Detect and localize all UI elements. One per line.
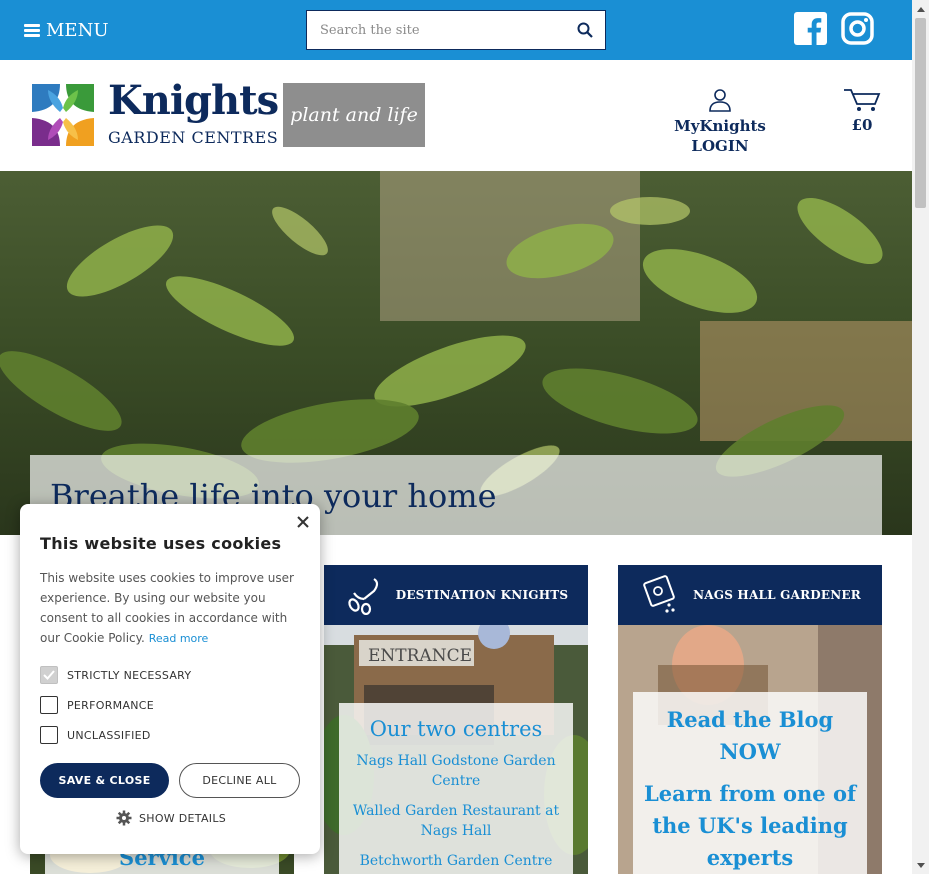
destination-card: DESTINATION KNIGHTS ENTRANCE Our two cen… — [324, 565, 588, 874]
performance-checkbox[interactable] — [40, 696, 58, 714]
blog-card-header-label: NAGS HALL GARDENER — [693, 588, 861, 602]
blog-card-overlay[interactable]: Read the Blog NOW Learn from one of the … — [633, 692, 867, 874]
destination-card-header[interactable]: DESTINATION KNIGHTS — [324, 565, 588, 625]
destination-card-title: Our two centres — [369, 717, 543, 741]
account-label: MyKnights — [674, 117, 766, 135]
nags-hall-link[interactable]: Nags Hall Godstone Garden Centre — [339, 751, 573, 791]
search-box — [306, 10, 606, 50]
search-icon[interactable] — [565, 11, 605, 49]
knights-logo[interactable]: Knights GARDEN CENTRES — [30, 77, 279, 148]
unclassified-label: UNCLASSIFIED — [67, 728, 151, 742]
flower-logo-icon — [32, 84, 94, 146]
unclassified-checkbox[interactable] — [40, 726, 58, 744]
cookie-body: This website uses cookies to improve use… — [40, 568, 305, 649]
cart-icon — [844, 89, 881, 111]
svg-text:ENTRANCE: ENTRANCE — [368, 646, 472, 666]
unclassified-option[interactable]: UNCLASSIFIED — [40, 726, 151, 744]
logo-subtitle: GARDEN CENTRES — [108, 128, 279, 147]
seed-packet-icon — [643, 575, 675, 613]
top-bar: MENU — [0, 0, 912, 60]
cart-link[interactable]: £0 — [836, 88, 888, 134]
strictly-necessary-label: STRICTLY NECESSARY — [67, 668, 192, 682]
show-details-label: SHOW DETAILS — [139, 811, 227, 825]
hero-banner[interactable]: Breathe life into your home — [0, 171, 912, 535]
cart-total: £0 — [851, 116, 873, 134]
strictly-necessary-checkbox[interactable] — [40, 666, 58, 684]
read-more-link[interactable]: Read more — [149, 632, 209, 645]
facebook-icon[interactable] — [794, 12, 827, 45]
site-header: Knights GARDEN CENTRES plant and life My… — [0, 60, 912, 171]
performance-option[interactable]: PERFORMANCE — [40, 696, 154, 714]
scroll-up-icon[interactable] — [912, 0, 929, 17]
gear-icon — [116, 810, 132, 826]
blog-card-header[interactable]: NAGS HALL GARDENER — [618, 565, 882, 625]
cookie-title: This website uses cookies — [40, 534, 282, 553]
menu-button[interactable]: MENU — [24, 16, 109, 44]
cookie-dialog: This website uses cookies This website u… — [20, 504, 320, 854]
scroll-thumb[interactable] — [915, 18, 926, 208]
read-blog-text: Read the Blog NOW — [666, 707, 834, 764]
login-label: LOGIN — [691, 137, 749, 155]
walled-garden-link[interactable]: Walled Garden Restaurant at Nags Hall — [339, 801, 573, 841]
close-icon[interactable] — [295, 514, 311, 530]
hamburger-icon — [24, 23, 40, 37]
check-icon — [43, 670, 55, 680]
plant-and-life-logo[interactable]: plant and life — [283, 83, 425, 147]
save-close-button[interactable]: SAVE & CLOSE — [40, 763, 169, 798]
learn-expert-text: Learn from one of the UK's leading exper… — [644, 781, 856, 870]
scroll-down-icon[interactable] — [912, 857, 929, 874]
show-details-button[interactable]: SHOW DETAILS — [116, 810, 226, 826]
account-link[interactable]: MyKnights LOGIN — [670, 88, 770, 156]
search-input[interactable] — [307, 11, 565, 49]
plant-and-life-wordmark: plant and life — [290, 104, 418, 126]
user-icon — [709, 89, 731, 112]
betchworth-link[interactable]: Betchworth Garden Centre — [339, 851, 573, 871]
destination-card-overlay: Our two centres Nags Hall Godstone Garde… — [339, 703, 573, 874]
menu-label: MENU — [46, 19, 109, 41]
strictly-necessary-option[interactable]: STRICTLY NECESSARY — [40, 666, 191, 684]
page-scrollbar[interactable] — [912, 0, 929, 874]
logo-wordmark: Knights — [108, 77, 279, 124]
blog-card: NAGS HALL GARDENER Read the Blog NOW Lea… — [618, 565, 882, 874]
performance-label: PERFORMANCE — [67, 698, 155, 712]
decline-all-button[interactable]: DECLINE ALL — [179, 763, 300, 798]
destination-card-header-label: DESTINATION KNIGHTS — [395, 588, 569, 602]
instagram-icon[interactable] — [841, 12, 874, 45]
secateurs-icon — [348, 578, 378, 615]
